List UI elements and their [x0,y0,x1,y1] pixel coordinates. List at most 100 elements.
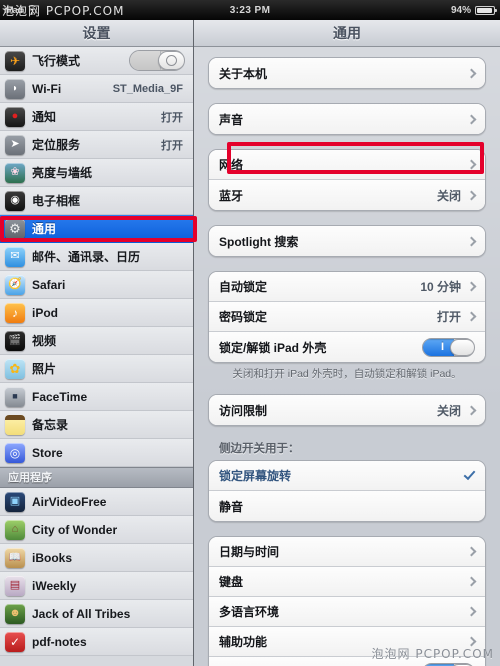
sidebar-item-label: 通知 [32,110,57,124]
settings-group: 声音 [208,103,486,135]
sidebar-item-[interactable]: ✉ 邮件、通讯录、日历 [0,243,193,271]
settings-row-toggle[interactable] [422,662,475,666]
settings-row[interactable]: 蓝牙 关闭 [209,180,485,210]
sidebar-item-[interactable]: 🎬 视频 [0,327,193,355]
settings-row-label: 锁定屏幕旋转 [219,469,292,484]
sidebar-item-[interactable]: ❀ 亮度与墙纸 [0,159,193,187]
sidebar-item-store[interactable]: ◎ Store [0,439,193,467]
chevron-right-icon [466,281,477,292]
settings-row[interactable]: Spotlight 搜索 [209,226,485,256]
airplane-mode-toggle[interactable] [129,50,185,71]
settings-sidebar: 设置 ✈ 飞行模式 ◗ Wi-Fi ST_Media_9F ● 通知 打开 ➤ 定位服务 打开 ❀ 亮度… [0,20,194,666]
location-services-icon: ➤ [5,134,25,155]
sidebar-item-city-of-wonder[interactable]: ⌂ City of Wonder [0,516,193,544]
airvideofree-icon: ▣ [5,491,25,512]
settings-row[interactable]: 静音 [209,491,485,522]
ipad-settings-screen: iPad 3:23 PM 94% 设置 ✈ 飞行模式 ◗ Wi-Fi ST_Media_… [0,0,500,666]
sidebar-item-airvideofree[interactable]: ▣ AirVideoFree [0,488,193,516]
settings-row-accessory: 关闭 [436,402,477,419]
sidebar-item-label: 定位服务 [32,138,81,152]
settings-row[interactable]: 键盘 [209,567,485,598]
sidebar-item-label: Safari [32,277,66,292]
sidebar-item-value: 打开 [161,139,183,152]
settings-row[interactable]: 锁定屏幕旋转 [209,461,485,492]
settings-row-label: 声音 [219,112,244,127]
sidebar-item-label: 照片 [32,362,57,376]
settings-row[interactable]: 访问限制 关闭 [209,395,485,426]
brightness-wallpaper-icon: ❀ [5,162,25,183]
chevron-right-icon [466,606,477,617]
sidebar-item-pdf-notes[interactable]: ✓ pdf-notes [0,628,193,656]
settings-row-accessory [422,337,475,357]
sidebar-item-[interactable]: ⚙ 通用 [0,215,193,243]
settings-row-label: 网络 [219,158,244,172]
sidebar-item-ibooks[interactable]: 📖 iBooks [0,544,193,572]
airplane-icon: ✈ [5,50,25,71]
settings-row[interactable]: 密码锁定 打开 [209,302,485,332]
settings-row-accessory [466,68,477,78]
sidebar-item-value: 打开 [161,111,183,124]
sidebar-item-safari[interactable]: 🧭 Safari [0,271,193,299]
chevron-right-icon [466,576,477,587]
sidebar-item-label: 视频 [32,334,57,348]
general-gear-icon: ⚙ [5,218,25,239]
sidebar-item-label: pdf-notes [32,634,87,649]
sidebar-item-iweekly[interactable]: ▤ iWeekly [0,572,193,600]
settings-row-value: 打开 [436,310,461,324]
sidebar-item-[interactable]: ● 通知 打开 [0,103,193,131]
settings-row[interactable]: 多语言环境 [209,597,485,628]
settings-row[interactable]: 声音 [209,104,485,134]
settings-group: Spotlight 搜索 [208,225,486,257]
sidebar-item-[interactable]: ✿ 照片 [0,355,193,383]
store-icon: ◎ [5,442,25,463]
settings-row-accessory [466,236,477,246]
settings-row-value: 关闭 [436,403,461,418]
sidebar-item-label: FaceTime [32,389,88,404]
sidebar-item-facetime[interactable]: ■ FaceTime [0,383,193,411]
settings-row-value: 关闭 [436,188,461,203]
sidebar-item-label: AirVideoFree [32,494,107,509]
sidebar-item-jack-of-all-tribes[interactable]: ☻ Jack of All Tribes [0,600,193,628]
sidebar-section-header-apps: 应用程序 [0,467,193,488]
city-of-wonder-icon: ⌂ [5,519,25,540]
settings-row-accessory [463,468,476,481]
ipod-icon: ♪ [5,302,25,323]
chevron-right-icon [466,114,477,124]
settings-row-toggle[interactable] [422,337,475,357]
settings-row[interactable]: 电池百分比 [209,657,485,666]
sidebar-item-[interactable]: ◉ 电子相框 [0,187,193,215]
settings-row-label: 日期与时间 [219,545,280,560]
settings-group: 锁定屏幕旋转静音 [208,460,486,523]
sidebar-item-label: 备忘录 [32,418,69,432]
sidebar-item-ipod[interactable]: ♪ iPod [0,299,193,327]
settings-row-accessory [466,606,477,617]
settings-row[interactable]: 锁定/解锁 iPad 外壳 [209,332,485,362]
settings-group: 关于本机 [208,57,486,89]
sidebar-item-[interactable]: ✈ 飞行模式 [0,47,193,75]
sidebar-item-label: Wi-Fi [32,81,62,96]
settings-row[interactable]: 辅助功能 [209,627,485,658]
battery-icon [475,5,497,15]
sidebar-item-[interactable]: ➤ 定位服务 打开 [0,131,193,159]
detail-group-list: 关于本机 声音 网络 蓝牙 关闭 Spotlight 搜索 自动锁定 10 分钟 密码锁定 打开锁… [194,47,500,666]
sidebar-item-[interactable]: 备忘录 [0,411,193,439]
settings-row-label: Spotlight 搜索 [219,234,299,249]
sidebar-title: 设置 [0,20,193,47]
settings-row-accessory [466,636,477,647]
pdf-notes-icon: ✓ [5,631,25,652]
settings-row[interactable]: 自动锁定 10 分钟 [209,272,485,302]
settings-row[interactable]: 网络 [209,150,485,180]
settings-row-accessory: 10 分钟 [420,278,477,295]
sidebar-item-label: iBooks [32,550,73,565]
detail-group-header: 侧边开关用于： [219,443,300,456]
settings-row[interactable]: 关于本机 [209,58,485,88]
settings-row-accessory [466,114,477,124]
sidebar-item-label: iWeekly [32,578,77,593]
settings-row-accessory [466,546,477,557]
settings-row[interactable]: 日期与时间 [209,537,485,568]
mail-icon: ✉ [5,246,25,267]
settings-row-label: 键盘 [219,575,244,590]
sidebar-item-label: 电子相框 [32,194,81,208]
sidebar-item-wi-fi[interactable]: ◗ Wi-Fi ST_Media_9F [0,75,193,103]
safari-icon: 🧭 [5,274,25,295]
